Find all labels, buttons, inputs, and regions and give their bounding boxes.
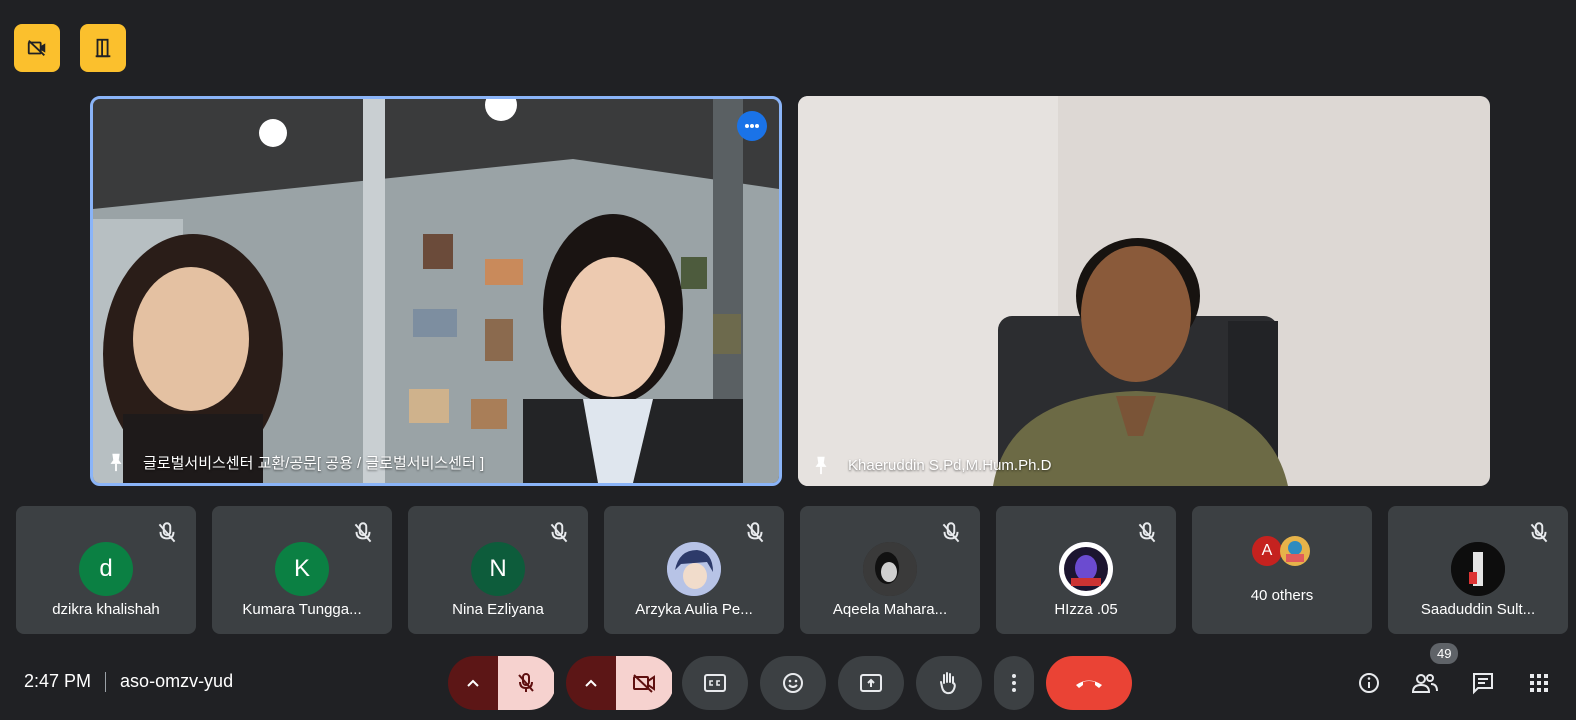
others-count-label: 40 others [1250, 587, 1314, 604]
avatar-photo [1059, 542, 1113, 596]
more-options-button[interactable] [994, 656, 1034, 710]
participant-name: Kumara Tungga... [242, 601, 362, 618]
participant-name: dzikra khalishah [52, 601, 160, 618]
people-button[interactable] [1410, 668, 1440, 698]
people-count-badge: 49 [1430, 643, 1459, 664]
pin-icon [110, 453, 122, 472]
more-horizontal-icon [745, 124, 759, 128]
participant-name: HIzza .05 [1054, 601, 1118, 618]
chat-icon [1473, 673, 1493, 695]
mic-off-icon [746, 522, 764, 543]
activities-button[interactable] [1524, 668, 1554, 698]
avatar-photo [1451, 542, 1505, 596]
tile-2-participant-name: Khaeruddin S.Pd,M.Hum.Ph.D [848, 456, 1052, 474]
meeting-info: 2:47 PM aso-omzv-yud [24, 671, 233, 692]
tile-more-options-button[interactable] [737, 111, 767, 141]
participant-name: Arzyka Aulia Pe... [635, 601, 753, 618]
info-icon [1359, 673, 1379, 693]
avatar-photo [863, 542, 917, 596]
avatar: d [79, 542, 133, 596]
participant-tile[interactable]: Saaduddin Sult... [1388, 506, 1568, 634]
avatar-initial: N [489, 555, 507, 582]
participant-tile[interactable]: Aqeela Mahara... [800, 506, 980, 634]
video-feed-2 [798, 96, 1490, 486]
video-feed-1 [93, 99, 779, 483]
avatar-initial: A [1261, 542, 1273, 559]
present-screen-button[interactable] [838, 656, 904, 710]
divider [105, 671, 107, 692]
avatar-initial: K [293, 555, 310, 582]
meeting-details-button[interactable] [1354, 668, 1384, 698]
mic-off-icon [1530, 522, 1548, 543]
mic-off-icon [354, 522, 372, 543]
toggle-camera-button[interactable] [616, 656, 672, 710]
reactions-button[interactable] [760, 656, 826, 710]
participant-name: Aqeela Mahara... [832, 601, 948, 618]
photo-avatar-icon [1451, 542, 1505, 596]
toggle-mic-button[interactable] [498, 656, 554, 710]
end-call-icon [1076, 680, 1102, 688]
video-options-button[interactable] [566, 656, 616, 710]
closed-captions-icon [704, 674, 726, 692]
participant-strip: d dzikra khalishah K Kumara Tungga... N … [16, 506, 1568, 634]
camera-off-icon [27, 39, 46, 57]
tile-1-name-row: 글로벌서비스센터 교환/공문[ 공용 / 글로벌서비스센터 ] [105, 451, 484, 473]
others-tile[interactable]: A 40 others [1192, 506, 1372, 634]
chat-button[interactable] [1468, 668, 1498, 698]
door-exit-icon [95, 38, 111, 58]
photo-avatar-icon [1059, 542, 1113, 596]
camera-control-group [566, 656, 674, 710]
camera-off-icon [633, 674, 655, 693]
participant-tile[interactable]: K Kumara Tungga... [212, 506, 392, 634]
avatar: A [1252, 536, 1282, 566]
apps-grid-icon [1530, 674, 1548, 692]
main-video-tile-1[interactable]: 글로벌서비스센터 교환/공문[ 공용 / 글로벌서비스센터 ] [90, 96, 782, 486]
mic-off-icon [1138, 522, 1156, 543]
avatar: N [471, 542, 525, 596]
captions-button[interactable] [682, 656, 748, 710]
chevron-up-icon [585, 679, 597, 687]
tile-1-participant-name: 글로벌서비스센터 교환/공문[ 공용 / 글로벌서비스센터 ] [143, 454, 485, 472]
participant-name: Saaduddin Sult... [1420, 601, 1536, 618]
mic-off-icon [550, 522, 568, 543]
pin-icon [815, 456, 827, 475]
leave-call-button[interactable] [1046, 656, 1132, 710]
people-icon [1411, 674, 1438, 693]
emoji-icon [783, 673, 803, 693]
hand-icon [940, 672, 956, 695]
avatar-initial: d [99, 555, 113, 582]
participant-tile[interactable]: HIzza .05 [996, 506, 1176, 634]
avatar-photo [667, 542, 721, 596]
participant-tile[interactable]: N Nina Ezliyana [408, 506, 588, 634]
camera-off-indicator[interactable] [14, 24, 60, 72]
meeting-code: aso-omzv-yud [120, 671, 234, 691]
participant-tile[interactable]: Arzyka Aulia Pe... [604, 506, 784, 634]
avatar: K [275, 542, 329, 596]
audio-options-button[interactable] [448, 656, 498, 710]
participant-tile[interactable]: d dzikra khalishah [16, 506, 196, 634]
photo-avatar-icon [1280, 536, 1310, 566]
more-vertical-icon [1012, 674, 1016, 692]
mic-off-icon [942, 522, 960, 543]
mic-off-icon [518, 673, 534, 692]
participant-name: Nina Ezliyana [452, 601, 544, 618]
mic-control-group [448, 656, 556, 710]
raise-hand-button[interactable] [916, 656, 982, 710]
leave-door-indicator[interactable] [80, 24, 126, 72]
main-video-tile-2[interactable]: Khaeruddin S.Pd,M.Hum.Ph.D [798, 96, 1490, 486]
present-screen-icon [860, 674, 882, 692]
meeting-time: 2:47 PM [24, 671, 92, 691]
photo-avatar-icon [863, 542, 917, 596]
anime-avatar-icon [667, 542, 721, 596]
mic-off-icon [158, 522, 176, 543]
chevron-up-icon [467, 679, 479, 687]
tile-2-name-row: Khaeruddin S.Pd,M.Hum.Ph.D [810, 454, 1051, 476]
